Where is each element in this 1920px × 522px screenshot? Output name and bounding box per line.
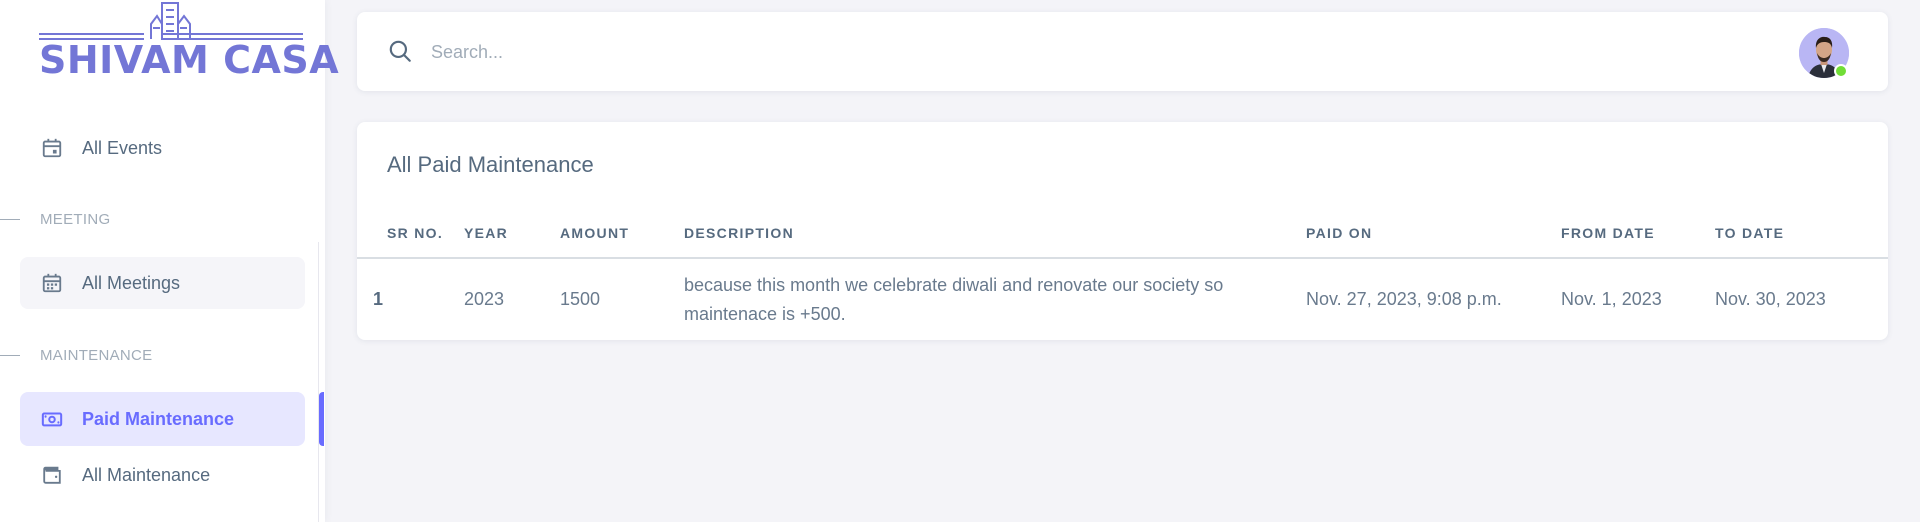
cash-icon	[41, 408, 63, 430]
sidebar-item-all-meetings[interactable]: All Meetings	[20, 257, 305, 309]
header-divider	[0, 354, 20, 356]
sidebar-item-paid-maintenance[interactable]: Paid Maintenance	[20, 392, 305, 446]
paid-maintenance-table: SR NO. YEAR AMOUNT DESCRIPTION PAID ON F…	[357, 208, 1888, 340]
online-status-badge	[1834, 64, 1848, 78]
wallet-icon	[41, 464, 63, 486]
cell-description: because this month we celebrate diwali a…	[684, 258, 1306, 340]
table-row[interactable]: 1 2023 1500 because this month we celebr…	[357, 258, 1888, 340]
sidebar-item-all-maintenance[interactable]: All Maintenance	[20, 449, 305, 501]
cell-paid-on: Nov. 27, 2023, 9:08 p.m.	[1306, 289, 1502, 309]
card-title: All Paid Maintenance	[387, 152, 594, 177]
cell-to-date: Nov. 30, 2023	[1715, 289, 1826, 309]
cell-year: 2023	[464, 289, 505, 309]
active-indicator	[319, 392, 324, 446]
column-header-year: YEAR	[464, 208, 560, 259]
menu-header-meeting: MEETING	[0, 209, 110, 229]
sidebar-item-label: Paid Maintenance	[82, 408, 235, 429]
table-header-row: SR NO. YEAR AMOUNT DESCRIPTION PAID ON F…	[357, 208, 1888, 259]
calendar-grid-icon	[41, 272, 63, 294]
calendar-icon	[41, 137, 63, 159]
cell-from-date: Nov. 1, 2023	[1561, 289, 1662, 309]
column-header-to-date: TO DATE	[1715, 208, 1888, 259]
sidebar-item-all-events[interactable]: All Events	[20, 122, 305, 174]
sidebar-item-label: All Meetings	[82, 272, 181, 293]
sidebar-scroll-rail[interactable]	[318, 242, 319, 522]
column-header-paid-on: PAID ON	[1306, 208, 1561, 259]
column-header-from-date: FROM DATE	[1561, 208, 1715, 259]
search-icon[interactable]	[387, 38, 413, 64]
description-text: because this month we celebrate diwali a…	[684, 274, 1224, 324]
header-divider	[0, 218, 20, 220]
column-header-sr-no: SR NO.	[357, 208, 464, 259]
sidebar-item-label: All Maintenance	[82, 464, 211, 485]
top-navbar	[357, 12, 1888, 91]
paid-maintenance-card: All Paid Maintenance SR NO. YEAR AMOUNT …	[357, 122, 1888, 340]
search-input[interactable]	[431, 32, 1131, 72]
menu-header-label: MAINTENANCE	[40, 346, 153, 364]
sidebar: SHIVAM CASA All Events MEETING All Meeti…	[0, 0, 340, 522]
brand-logo[interactable]: SHIVAM CASA	[39, 0, 340, 84]
cell-sr-no: 1	[373, 289, 384, 309]
brand-name: SHIVAM CASA	[39, 38, 340, 82]
menu-header-maintenance: MAINTENANCE	[0, 345, 152, 365]
menu-header-label: MEETING	[40, 210, 111, 228]
column-header-amount: AMOUNT	[560, 208, 684, 259]
column-header-description: DESCRIPTION	[684, 208, 1306, 259]
sidebar-item-label: All Events	[82, 137, 163, 158]
cell-amount: 1500	[560, 289, 601, 309]
